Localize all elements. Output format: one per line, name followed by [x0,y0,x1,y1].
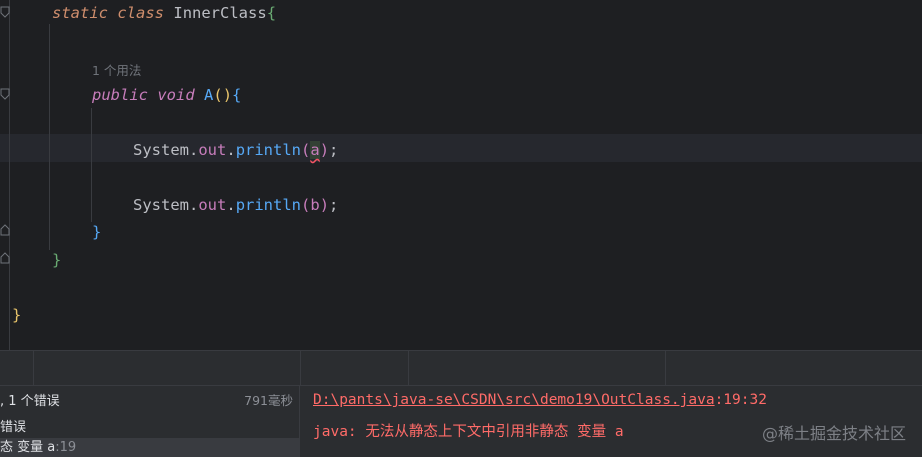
build-tree: , 1 个错误 791毫秒 错误 态 变量 a:19 [0,386,300,457]
code-editor[interactable]: static class InnerClass{ 1 个用法 public vo… [0,0,922,350]
build-summary-row[interactable]: , 1 个错误 [0,390,60,409]
fold-close-icon[interactable] [0,224,10,236]
gutter-divider [9,0,10,350]
inner-class-close-brace: } [52,251,62,269]
fold-open-icon[interactable] [0,6,10,18]
indent-guide [49,24,50,250]
method-close-brace: } [92,223,102,241]
build-tool-window: , 1 个错误 791毫秒 错误 态 变量 a:19 D:\pants\java… [0,386,922,457]
fold-close-icon[interactable] [0,252,10,264]
outer-class-close-brace: } [12,306,22,324]
error-category-row[interactable]: 错误 [0,416,26,435]
tool-window-header [0,350,922,387]
header-separator [300,351,301,387]
watermark: @稀土掘金技术社区 [761,424,906,443]
error-highlight-a[interactable]: a [310,141,320,159]
indent-guide [91,108,92,222]
fold-open-icon[interactable] [0,88,10,100]
build-output: D:\pants\java-se\CSDN\src\demo19\OutClas… [301,386,922,457]
error-item-row[interactable]: 态 变量 a:19 [0,438,300,457]
code-line-class-decl: static class InnerClass{ [52,4,277,22]
header-separator [33,351,34,387]
error-message: java: 无法从静态上下文中引用非静态 变量 a [313,424,624,440]
header-separator [408,351,409,387]
build-duration: 791毫秒 [244,393,293,408]
code-line-println-b: System.out.println(b); [133,196,339,214]
code-line-method-decl: public void A(){ [92,86,242,104]
code-line-println-a: System.out.println(a); [133,141,339,159]
usage-hint[interactable]: 1 个用法 [92,60,141,79]
header-separator [665,351,666,387]
error-file-link[interactable]: D:\pants\java-se\CSDN\src\demo19\OutClas… [313,392,767,408]
